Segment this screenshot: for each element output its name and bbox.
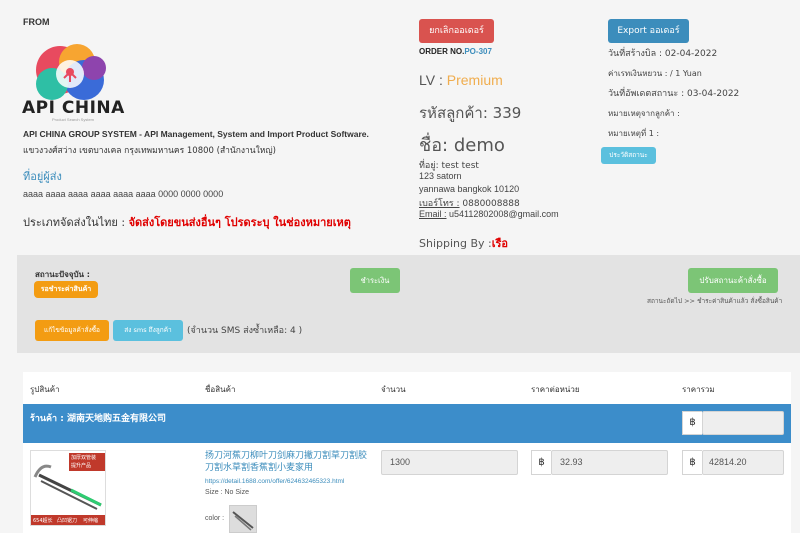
column-header-total: ราคารวม xyxy=(682,385,715,394)
column-header-image: รูปสินค้า xyxy=(30,385,60,394)
shipping-by-value: เรือ xyxy=(491,237,509,250)
pay-button[interactable]: ชำระเงิน xyxy=(350,268,400,293)
logo-subtext: Product Search System xyxy=(52,117,95,122)
order-number-label: ORDER NO. xyxy=(419,47,465,56)
sender-address-link[interactable]: ที่อยู่ผู้ส่ง xyxy=(23,167,62,185)
total-price-currency: ฿ xyxy=(682,450,702,475)
customer-phone-value: 0880008888 xyxy=(462,199,520,209)
product-image-footer: 654超长 凸凹锯刀 可伸缩 xyxy=(31,515,105,525)
product-image-footer-2: 凸凹锯刀 xyxy=(57,518,78,524)
cancel-order-button[interactable]: ยกเลิกออเดอร์ xyxy=(419,19,494,43)
company-address: แขวงวงศ์สว่าง เขตบางเคล กรุงเทพมหานคร 10… xyxy=(23,146,276,156)
customer-email-value: u54112802008@gmail.com xyxy=(449,209,559,219)
current-status-label: สถานะปัจจุบัน : xyxy=(35,270,90,279)
customer-address-line1: ที่อยู่: test test xyxy=(419,161,479,171)
customer-level-value: Premium xyxy=(446,72,503,88)
customer-email-label: Email : xyxy=(419,209,447,219)
updated-date: วันที่อัพเดตสถานะ : 03-04-2022 xyxy=(608,89,740,99)
product-size: Size : No Size xyxy=(205,489,249,496)
order-number: ORDER NO.PO-307 xyxy=(419,47,492,56)
column-header-name: ชื่อสินค้า xyxy=(205,385,236,394)
customer-code: รหัสลูกค้า: 339 xyxy=(419,101,521,125)
total-price-input[interactable]: 42814.20 xyxy=(702,450,784,475)
customer-level-label: LV : xyxy=(419,72,443,88)
shipping-type-value: จัดส่งโดยขนส่งอื่นๆ โปรดระบุ ในช่องหมายเ… xyxy=(128,216,351,229)
shipping-type-label: ประเภทจัดส่งในไทย : xyxy=(23,216,126,229)
logo: API CHINA Product Search System xyxy=(22,40,125,122)
export-order-button[interactable]: Export ออเดอร์ xyxy=(608,19,689,43)
from-label: FROM xyxy=(23,17,50,27)
customer-level: LV : Premium xyxy=(419,72,503,88)
update-status-button[interactable]: ปรับสถานะค้าสั่งซื้อ xyxy=(688,268,778,293)
sender-address: aaaa aaaa aaaa aaaa aaaa aaaa 0000 0000 … xyxy=(23,189,224,199)
shop-total-currency: ฿ xyxy=(682,411,702,435)
edit-order-button[interactable]: แก้ไขข้อมูลค้าสั่งซื้อ xyxy=(35,320,109,341)
sickle-tool-icon xyxy=(33,464,102,510)
logo-text: API CHINA xyxy=(22,98,125,118)
customer-code-value: 339 xyxy=(492,104,522,122)
created-date: วันที่สร้างบิล : 02-04-2022 xyxy=(608,49,718,59)
status-badge: รอชำระค่าสินค้า xyxy=(34,281,98,298)
shipping-by-label: Shipping By : xyxy=(419,237,492,250)
exchange-rate: ค่าเรทเงินหยวน : / 1 Yuan xyxy=(608,69,702,78)
customer-email: Email : u54112802008@gmail.com xyxy=(419,209,559,219)
order-number-value: PO-307 xyxy=(464,47,492,56)
unit-price-currency: ฿ xyxy=(531,450,551,475)
customer-address-line2: 123 satorn xyxy=(419,171,462,181)
shop-total-input[interactable] xyxy=(702,411,784,435)
color-thumbnail-icon xyxy=(232,511,254,531)
customer-phone: เบอร์โทร : 0880008888 xyxy=(419,196,520,210)
product-image-footer-3: 可伸缩 xyxy=(83,518,99,524)
status-history-button[interactable]: ประวัติสถานะ xyxy=(601,147,656,164)
product-color-label: color : xyxy=(205,515,225,522)
shipping-by: Shipping By :เรือ xyxy=(419,234,508,252)
customer-phone-label: เบอร์โทร : xyxy=(419,199,460,209)
company-name: API CHINA GROUP SYSTEM - API Management,… xyxy=(23,129,369,139)
product-url[interactable]: https://detail.1688.com/offer/6246324653… xyxy=(205,478,344,485)
customer-name-value: demo xyxy=(453,135,505,156)
customer-note: หมายเหตุจากลูกค้า : xyxy=(608,109,680,118)
column-header-quantity: จำนวน xyxy=(381,385,406,394)
note-1: หมายเหตุที่ 1 : xyxy=(608,129,660,138)
send-sms-button[interactable]: ส่ง sms ถึงลูกค้า xyxy=(113,320,183,341)
shipping-type: ประเภทจัดส่งในไทย : จัดส่งโดยขนส่งอื่นๆ … xyxy=(23,213,351,231)
customer-code-label: รหัสลูกค้า: xyxy=(419,104,488,122)
quantity-input[interactable]: 1300 xyxy=(381,450,518,475)
product-image-footer-1: 654超长 xyxy=(33,518,53,524)
next-status-text: สถานะถัดไป >> ชำระค่าสินค้าแล้ว สั่งซื้อ… xyxy=(647,297,783,305)
column-header-unit-price: ราคาต่อหน่วย xyxy=(531,385,580,394)
unit-price-input[interactable]: 32.93 xyxy=(551,450,668,475)
product-image: 加厚双管装 提升产品 654超长 凸凹锯刀 可伸缩 xyxy=(30,450,106,526)
customer-name: ชื่อ: demo xyxy=(419,130,505,159)
product-title-link[interactable]: 扬刀河蕉刀柳叶刀剑麻刀撇刀割草刀割胶刀割水草割香蕉割小麦家用 xyxy=(205,450,375,474)
customer-address-line3: yannawa bangkok 10120 xyxy=(419,184,520,194)
shop-label: ร้านค้า : 湖南天地购五金有限公司 xyxy=(30,414,166,424)
customer-name-label: ชื่อ: xyxy=(419,135,449,156)
product-color-thumbnail[interactable] xyxy=(229,505,257,533)
sms-remaining: (จำนวน SMS ส่งซ้ำเหลือ: 4 ) xyxy=(187,326,303,336)
